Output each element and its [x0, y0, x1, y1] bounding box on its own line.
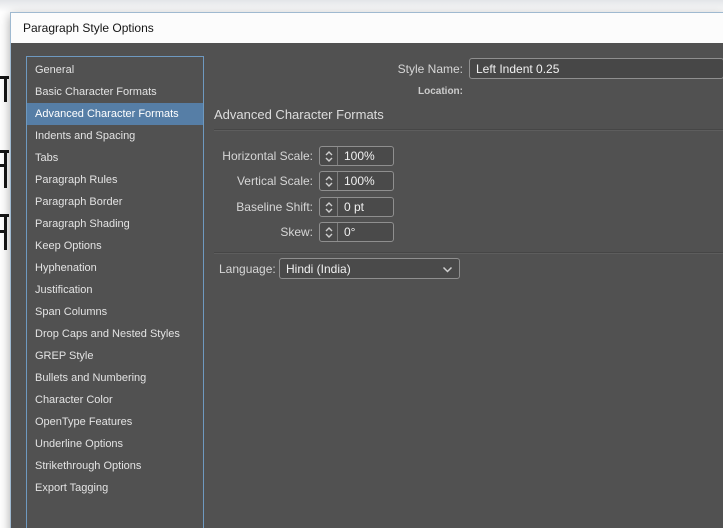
dialog-titlebar[interactable]: Paragraph Style Options: [11, 13, 723, 43]
skew-value[interactable]: 0°: [338, 223, 393, 241]
app-background-strip: [0, 0, 723, 12]
glyph-stroke: [4, 152, 7, 188]
style-name-row: Style Name:: [304, 58, 723, 79]
sidebar-item-advanced-character-formats[interactable]: Advanced Character Formats: [27, 103, 203, 125]
paragraph-style-options-dialog: Paragraph Style Options General Basic Ch…: [10, 12, 723, 528]
sidebar-item-hyphenation[interactable]: Hyphenation: [27, 257, 203, 279]
stepper-icon[interactable]: [320, 147, 338, 165]
baseline-shift-label: Baseline Shift:: [236, 200, 313, 214]
language-label: Language:: [219, 261, 276, 276]
language-dropdown[interactable]: Hindi (India): [279, 258, 460, 279]
horizontal-scale-label: Horizontal Scale:: [222, 149, 313, 163]
sidebar-item-grep-style[interactable]: GREP Style: [27, 345, 203, 367]
main-panel: Style Name: Location: Advanced Character…: [204, 43, 723, 528]
glyph-stroke: [4, 78, 7, 102]
sidebar-item-indents-and-spacing[interactable]: Indents and Spacing: [27, 125, 203, 147]
panel-heading: Advanced Character Formats: [214, 107, 384, 122]
vertical-scale-field: 100%: [319, 171, 394, 191]
sidebar-item-justification[interactable]: Justification: [27, 279, 203, 301]
devanagari-fragment: [0, 76, 9, 102]
sidebar-item-strikethrough-options[interactable]: Strikethrough Options: [27, 455, 203, 477]
vertical-scale-value[interactable]: 100%: [338, 172, 393, 190]
sidebar-item-basic-character-formats[interactable]: Basic Character Formats: [27, 81, 203, 103]
stepper-icon[interactable]: [320, 198, 338, 216]
devanagari-fragment: [0, 150, 9, 188]
dialog-title: Paragraph Style Options: [23, 21, 154, 35]
baseline-shift-field: 0 pt: [319, 197, 394, 217]
baseline-shift-row: Baseline Shift: 0 pt: [204, 197, 394, 217]
sidebar-item-underline-options[interactable]: Underline Options: [27, 433, 203, 455]
sidebar-item-paragraph-shading[interactable]: Paragraph Shading: [27, 213, 203, 235]
devanagari-fragment: [0, 214, 9, 250]
skew-row: Skew: 0°: [204, 222, 394, 242]
sidebar-item-tabs[interactable]: Tabs: [27, 147, 203, 169]
style-name-input[interactable]: [469, 58, 723, 79]
divider: [214, 252, 723, 254]
stepper-icon[interactable]: [320, 223, 338, 241]
sidebar-item-export-tagging[interactable]: Export Tagging: [27, 477, 203, 499]
sidebar-item-paragraph-border[interactable]: Paragraph Border: [27, 191, 203, 213]
horizontal-scale-value[interactable]: 100%: [338, 147, 393, 165]
sidebar-item-span-columns[interactable]: Span Columns: [27, 301, 203, 323]
location-row: Location:: [304, 84, 469, 98]
sidebar-item-keep-options[interactable]: Keep Options: [27, 235, 203, 257]
dialog-body: General Basic Character Formats Advanced…: [11, 43, 723, 528]
skew-label: Skew:: [280, 225, 313, 239]
glyph-stroke: [0, 230, 5, 233]
location-label: Location:: [418, 85, 463, 97]
sidebar-item-bullets-and-numbering[interactable]: Bullets and Numbering: [27, 367, 203, 389]
vertical-scale-row: Vertical Scale: 100%: [204, 171, 394, 191]
language-value: Hindi (India): [286, 261, 351, 276]
vertical-scale-label: Vertical Scale:: [236, 174, 313, 188]
glyph-stroke: [0, 164, 5, 167]
sidebar-item-paragraph-rules[interactable]: Paragraph Rules: [27, 169, 203, 191]
divider: [214, 129, 723, 131]
sidebar-item-character-color[interactable]: Character Color: [27, 389, 203, 411]
style-category-list: General Basic Character Formats Advanced…: [26, 56, 204, 528]
sidebar-item-opentype-features[interactable]: OpenType Features: [27, 411, 203, 433]
style-name-label: Style Name:: [397, 61, 463, 76]
horizontal-scale-row: Horizontal Scale: 100%: [204, 146, 394, 166]
language-row: Language: Hindi (India): [219, 258, 460, 279]
horizontal-scale-field: 100%: [319, 146, 394, 166]
stepper-icon[interactable]: [320, 172, 338, 190]
sidebar-item-general[interactable]: General: [27, 59, 203, 81]
chevron-down-icon: [442, 260, 453, 278]
baseline-shift-value[interactable]: 0 pt: [338, 198, 393, 216]
glyph-stroke: [4, 216, 7, 250]
sidebar-item-drop-caps-and-nested-styles[interactable]: Drop Caps and Nested Styles: [27, 323, 203, 345]
skew-field: 0°: [319, 222, 394, 242]
